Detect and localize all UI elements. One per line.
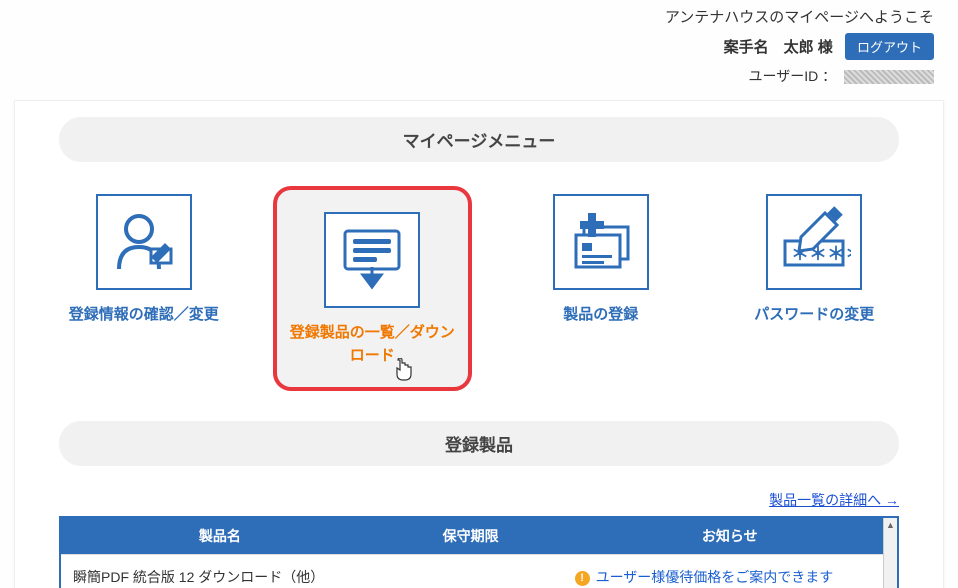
owner-name: 案手名 太郎 様 <box>724 39 833 56</box>
notice-text: ユーザー様優待価格をご案内できます <box>596 569 834 585</box>
page-header: アンテナハウスのマイページへようこそ 案手名 太郎 様 ログアウト ユーザーID… <box>0 0 958 90</box>
col-maintenance: 保守期限 <box>379 518 563 555</box>
product-list-detail-link[interactable]: 製品一覧の詳細へ → <box>769 492 899 508</box>
menu-grid: 登録情報の確認／変更 登録製品の一覧／ダウンロード 製品の登録 ＊＊＊＊ <box>59 186 899 391</box>
col-product-name: 製品名 <box>61 518 379 555</box>
cell-notice: ! ユーザー様優待価格をご案内できます <box>563 555 897 588</box>
profile-icon <box>96 194 192 290</box>
menu-item-change-password[interactable]: ＊＊＊＊ パスワードの変更 <box>730 186 900 327</box>
cell-maintenance <box>379 555 563 588</box>
menu-item-label: 製品の登録 <box>516 304 686 327</box>
col-notice: お知らせ <box>563 518 897 555</box>
download-list-icon <box>324 212 420 308</box>
register-product-icon <box>553 194 649 290</box>
menu-item-register-product[interactable]: 製品の登録 <box>516 186 686 327</box>
menu-item-profile[interactable]: 登録情報の確認／変更 <box>59 186 229 327</box>
products-table: 製品名 保守期限 お知らせ 瞬簡PDF 統合版 12 ダウンロード（他） ! ユー… <box>59 516 899 588</box>
menu-item-label: パスワードの変更 <box>730 304 900 327</box>
menu-item-label: 登録情報の確認／変更 <box>59 304 229 327</box>
menu-item-products-download[interactable]: 登録製品の一覧／ダウンロード <box>273 186 473 391</box>
main-card: マイページメニュー 登録情報の確認／変更 登録製品の一覧／ダウンロード <box>14 100 944 588</box>
detail-link-row: 製品一覧の詳細へ → <box>59 490 899 510</box>
info-icon: ! <box>575 571 590 586</box>
menu-item-label: 登録製品の一覧／ダウンロード <box>287 322 459 367</box>
cursor-pointer-icon <box>393 358 415 384</box>
products-section-title: 登録製品 <box>59 421 899 466</box>
scrollbar[interactable] <box>883 518 897 588</box>
userid-value-masked <box>844 70 934 84</box>
cell-product-name: 瞬簡PDF 統合版 12 ダウンロード（他） <box>61 555 379 588</box>
welcome-text: アンテナハウスのマイページへようこそ <box>24 6 934 27</box>
userid-label: ユーザーID ： <box>749 68 837 84</box>
menu-section-title: マイページメニュー <box>59 117 899 162</box>
table-row[interactable]: 瞬簡PDF 統合版 12 ダウンロード（他） ! ユーザー様優待価格をご案内できま… <box>61 555 897 588</box>
logout-button[interactable]: ログアウト <box>845 33 934 60</box>
change-password-icon: ＊＊＊＊ <box>766 194 862 290</box>
